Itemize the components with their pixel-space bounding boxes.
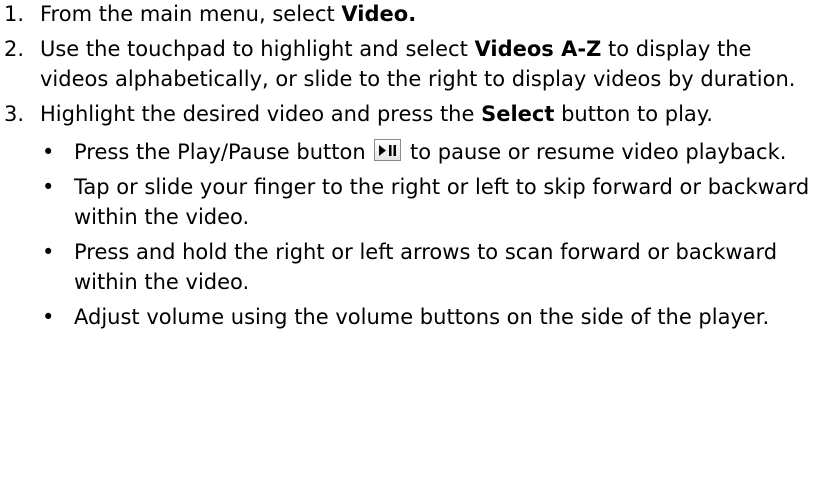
step-number: 2. bbox=[4, 37, 25, 61]
list-item: • Adjust volume using the volume buttons… bbox=[0, 302, 822, 332]
bullet: • bbox=[42, 175, 55, 199]
list-item-text: Press and hold the right or left arrows … bbox=[74, 240, 778, 294]
list-item-text: Adjust volume using the volume buttons o… bbox=[74, 305, 770, 329]
play-pause-icon bbox=[374, 139, 402, 161]
step-2: 2. Use the touchpad to highlight and sel… bbox=[0, 34, 822, 94]
step-text: Highlight the desired video and press th… bbox=[40, 102, 482, 126]
list-item-text: Tap or slide your finger to the right or… bbox=[74, 175, 810, 229]
bullet: • bbox=[42, 140, 55, 164]
list-item-text: to pause or resume video playback. bbox=[403, 140, 787, 164]
step-text: From the main menu, select bbox=[40, 2, 342, 26]
step-bold-term: Select bbox=[481, 102, 555, 126]
list-item: • Press and hold the right or left arrow… bbox=[0, 237, 822, 297]
list-item: • Tap or slide your finger to the right … bbox=[0, 172, 822, 232]
step-bold-term: Video. bbox=[341, 2, 417, 26]
instructions-document: 1. From the main menu, select Video. 2. … bbox=[0, 0, 822, 337]
tips-list: • Press the Play/Pause button to pause o… bbox=[0, 137, 822, 332]
step-number: 3. bbox=[4, 102, 25, 126]
list-item-text: Press the Play/Pause button bbox=[74, 140, 373, 164]
bullet: • bbox=[42, 305, 55, 329]
list-item: • Press the Play/Pause button to pause o… bbox=[0, 137, 822, 167]
step-1: 1. From the main menu, select Video. bbox=[0, 0, 822, 29]
step-text: button to play. bbox=[554, 102, 713, 126]
step-text: Use the touchpad to highlight and select bbox=[40, 37, 475, 61]
step-bold-term: Videos A-Z bbox=[474, 37, 602, 61]
step-3: 3. Highlight the desired video and press… bbox=[0, 99, 822, 129]
bullet: • bbox=[42, 240, 55, 264]
step-number: 1. bbox=[4, 2, 25, 26]
